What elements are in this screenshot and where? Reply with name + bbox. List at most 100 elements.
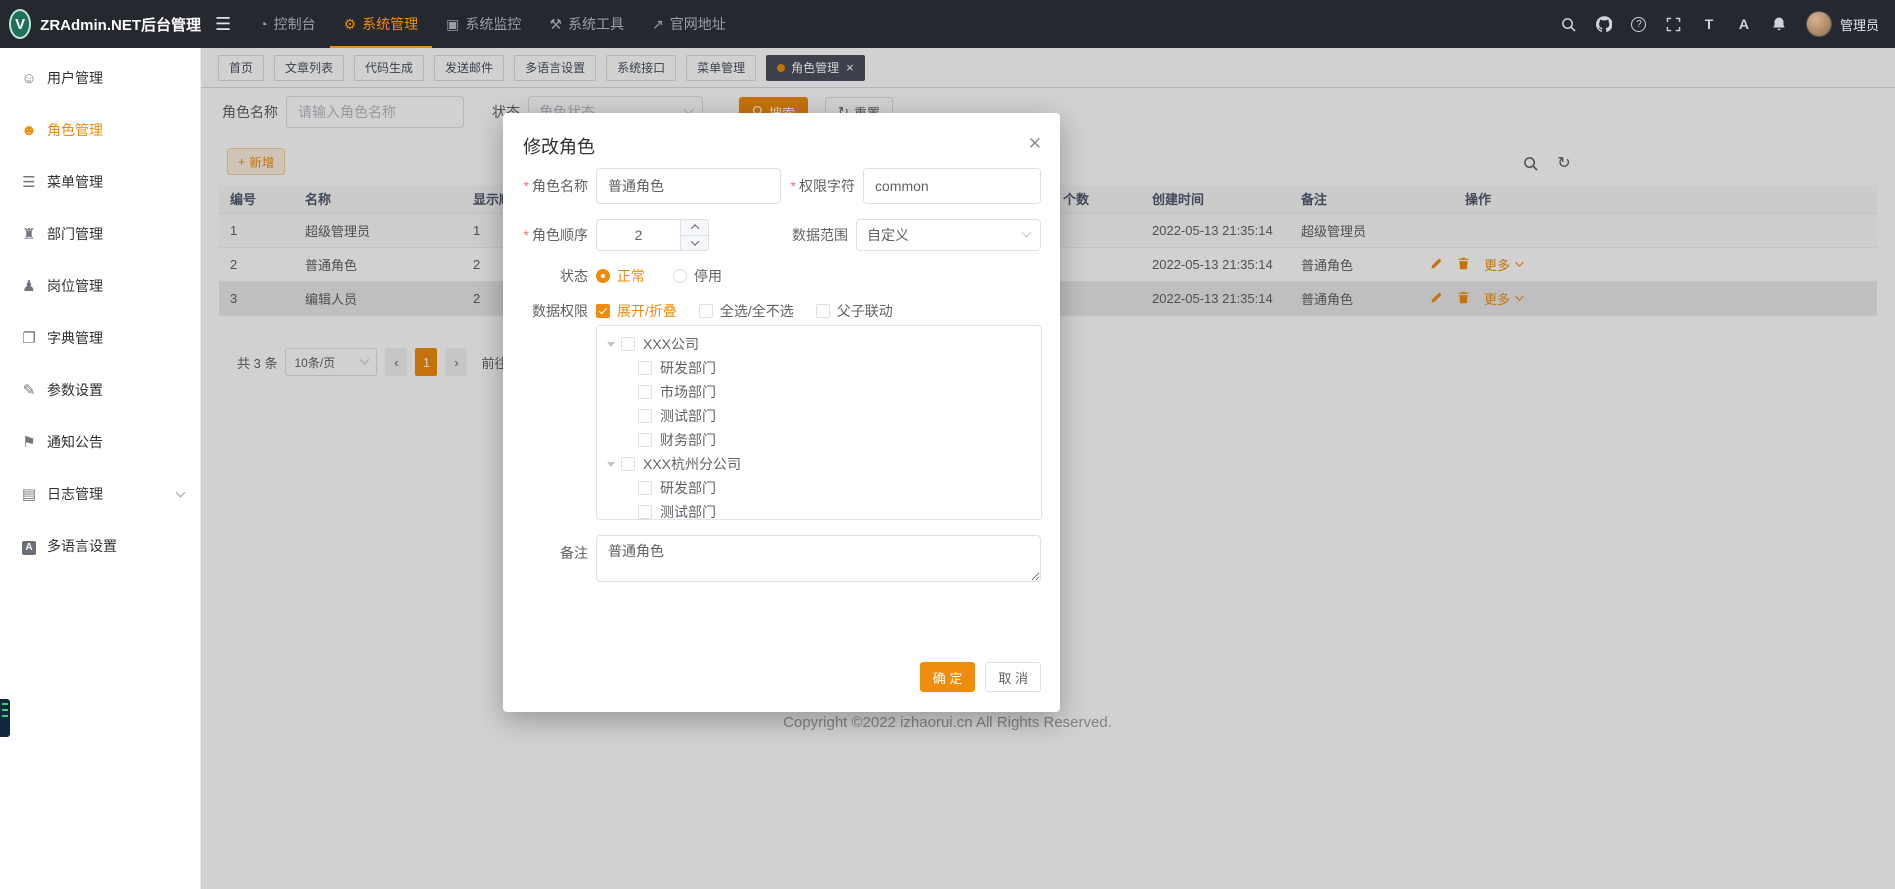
- dept-icon: ♜: [20, 225, 38, 243]
- sidebar-item[interactable]: ♜ 部门管理: [0, 208, 200, 260]
- sidebar-item[interactable]: ▤日志管理: [0, 468, 200, 520]
- external-link-icon: ↗: [652, 16, 664, 33]
- dialog-footer: 确 定 取 消: [920, 662, 1041, 692]
- status-radio[interactable]: 正常: [596, 266, 645, 286]
- app-title: ZRAdmin.NET后台管理: [40, 14, 201, 35]
- app-root: V ZRAdmin.NET后台管理 ☰ ◔控制台 ⚙ 系统管理 ▣系统监控 ⚒ 系统工具 ↗…: [0, 0, 1895, 889]
- checkbox: [699, 304, 713, 318]
- sidebar-item-label: 用户管理: [47, 68, 103, 88]
- sidebar-toggle-icon[interactable]: ☰: [215, 14, 231, 35]
- radio-dot: [596, 269, 610, 283]
- github-icon[interactable]: [1595, 15, 1613, 33]
- sidebar-item[interactable]: ☰菜单管理: [0, 156, 200, 208]
- chevron-down-icon: [1022, 227, 1032, 237]
- nav-item[interactable]: ⚙ 系统管理: [330, 0, 433, 48]
- tree-node[interactable]: 研发部门: [597, 476, 1041, 500]
- user-icon: ☺: [20, 70, 38, 87]
- status-radio[interactable]: 停用: [673, 266, 722, 286]
- font-size-icon[interactable]: T: [1700, 15, 1718, 33]
- top-nav: ◔控制台 ⚙ 系统管理 ▣系统监控 ⚒ 系统工具 ↗ 官网地址: [245, 0, 740, 48]
- role-order-input[interactable]: [597, 227, 680, 243]
- menu-icon: ☰: [20, 173, 38, 191]
- tree-node[interactable]: 财务部门: [597, 428, 1041, 452]
- nav-item[interactable]: ↗ 官网地址: [638, 0, 740, 48]
- sidebar-item-label: 字典管理: [47, 328, 103, 348]
- status-label: 状态: [523, 266, 588, 286]
- nav-item-label: 系统管理: [362, 14, 418, 34]
- i18n-icon: A: [20, 537, 38, 555]
- cancel-button[interactable]: 取 消: [985, 662, 1041, 692]
- data-scope-select[interactable]: 自定义: [856, 219, 1041, 251]
- nav-item[interactable]: ⚒ 系统工具: [535, 0, 638, 48]
- checkbox[interactable]: [638, 433, 652, 447]
- tree-node[interactable]: XXX公司: [597, 332, 1041, 356]
- sidebar-item-label: 角色管理: [47, 120, 103, 140]
- search-icon[interactable]: [1560, 15, 1578, 33]
- tree-node[interactable]: 研发部门: [597, 356, 1041, 380]
- checkbox[interactable]: [638, 409, 652, 423]
- perm-checkbox[interactable]: 展开/折叠: [596, 301, 677, 321]
- role-name-label: 角色名称: [523, 176, 588, 196]
- checkbox[interactable]: [638, 481, 652, 495]
- caret-down-icon[interactable]: [607, 462, 615, 471]
- role-icon: ☻: [20, 122, 38, 139]
- sidebar-item[interactable]: ♟ 岗位管理: [0, 260, 200, 312]
- user-menu[interactable]: 管理员: [1806, 11, 1879, 37]
- sidebar-item[interactable]: ☺ 用户管理: [0, 52, 200, 104]
- app-logo: V: [9, 9, 31, 39]
- nav-item[interactable]: ▣系统监控: [432, 0, 535, 48]
- language-icon[interactable]: A: [1735, 15, 1753, 33]
- app-header: V ZRAdmin.NET后台管理 ☰ ◔控制台 ⚙ 系统管理 ▣系统监控 ⚒ 系统工具 ↗…: [0, 0, 1895, 48]
- performance-widget[interactable]: [0, 699, 10, 737]
- remark-label: 备注: [523, 543, 588, 563]
- tree-node-label: 测试部门: [660, 406, 716, 426]
- sidebar-item[interactable]: ⚑通知公告: [0, 416, 200, 468]
- tree-node[interactable]: 市场部门: [597, 380, 1041, 404]
- nav-item-label: 系统工具: [568, 14, 624, 34]
- perm-checkbox[interactable]: 父子联动: [816, 301, 893, 321]
- sidebar-item-label: 岗位管理: [47, 276, 103, 296]
- radio-label: 正常: [617, 266, 645, 286]
- nav-item[interactable]: ◔控制台: [245, 0, 329, 48]
- checkbox-label: 展开/折叠: [617, 301, 677, 321]
- sidebar-item[interactable]: ❐字典管理: [0, 312, 200, 364]
- confirm-button[interactable]: 确 定: [920, 662, 976, 692]
- monitor-icon: ▣: [446, 16, 459, 33]
- data-scope-label: 数据范围: [792, 225, 848, 245]
- checkbox[interactable]: [638, 361, 652, 375]
- nav-item-label: 官网地址: [670, 14, 726, 34]
- checkbox[interactable]: [638, 505, 652, 519]
- post-icon: ♟: [20, 277, 38, 295]
- sidebar-item[interactable]: ✎参数设置: [0, 364, 200, 416]
- avatar: [1806, 11, 1832, 37]
- role-order-label: 角色顺序: [523, 225, 588, 245]
- question-icon[interactable]: ?: [1630, 15, 1648, 33]
- dashboard-icon: ◔: [259, 16, 267, 32]
- role-name-input[interactable]: [596, 168, 781, 204]
- tree-node[interactable]: 测试部门: [597, 404, 1041, 428]
- brand: V ZRAdmin.NET后台管理: [0, 9, 201, 39]
- dialog-title: 修改角色: [523, 137, 595, 157]
- tree-node[interactable]: XXX杭州分公司: [597, 452, 1041, 476]
- tools-icon: ⚒: [549, 16, 562, 33]
- perm-checkbox[interactable]: 全选/全不选: [699, 301, 794, 321]
- checkbox[interactable]: [621, 457, 635, 471]
- sidebar-item[interactable]: A多语言设置: [0, 520, 200, 572]
- caret-down-icon[interactable]: [607, 342, 615, 351]
- remark-textarea[interactable]: 普通角色: [596, 535, 1041, 582]
- close-icon[interactable]: ✕: [1028, 135, 1042, 152]
- tree-node-label: XXX杭州分公司: [643, 454, 741, 474]
- checkbox[interactable]: [638, 385, 652, 399]
- sidebar-item-label: 部门管理: [47, 224, 103, 244]
- checkbox[interactable]: [621, 337, 635, 351]
- bell-icon[interactable]: [1770, 15, 1788, 33]
- sidebar-item[interactable]: ☻ 角色管理: [0, 104, 200, 156]
- perm-char-input[interactable]: [863, 168, 1041, 204]
- header-actions: ? TA: [1560, 15, 1788, 33]
- gear-icon: ⚙: [344, 16, 357, 33]
- fullscreen-icon[interactable]: [1665, 15, 1683, 33]
- decrease-icon[interactable]: [681, 236, 708, 251]
- tree-node[interactable]: 测试部门: [597, 500, 1041, 520]
- sidebar-item-label: 日志管理: [47, 484, 103, 504]
- increase-icon[interactable]: [681, 220, 708, 236]
